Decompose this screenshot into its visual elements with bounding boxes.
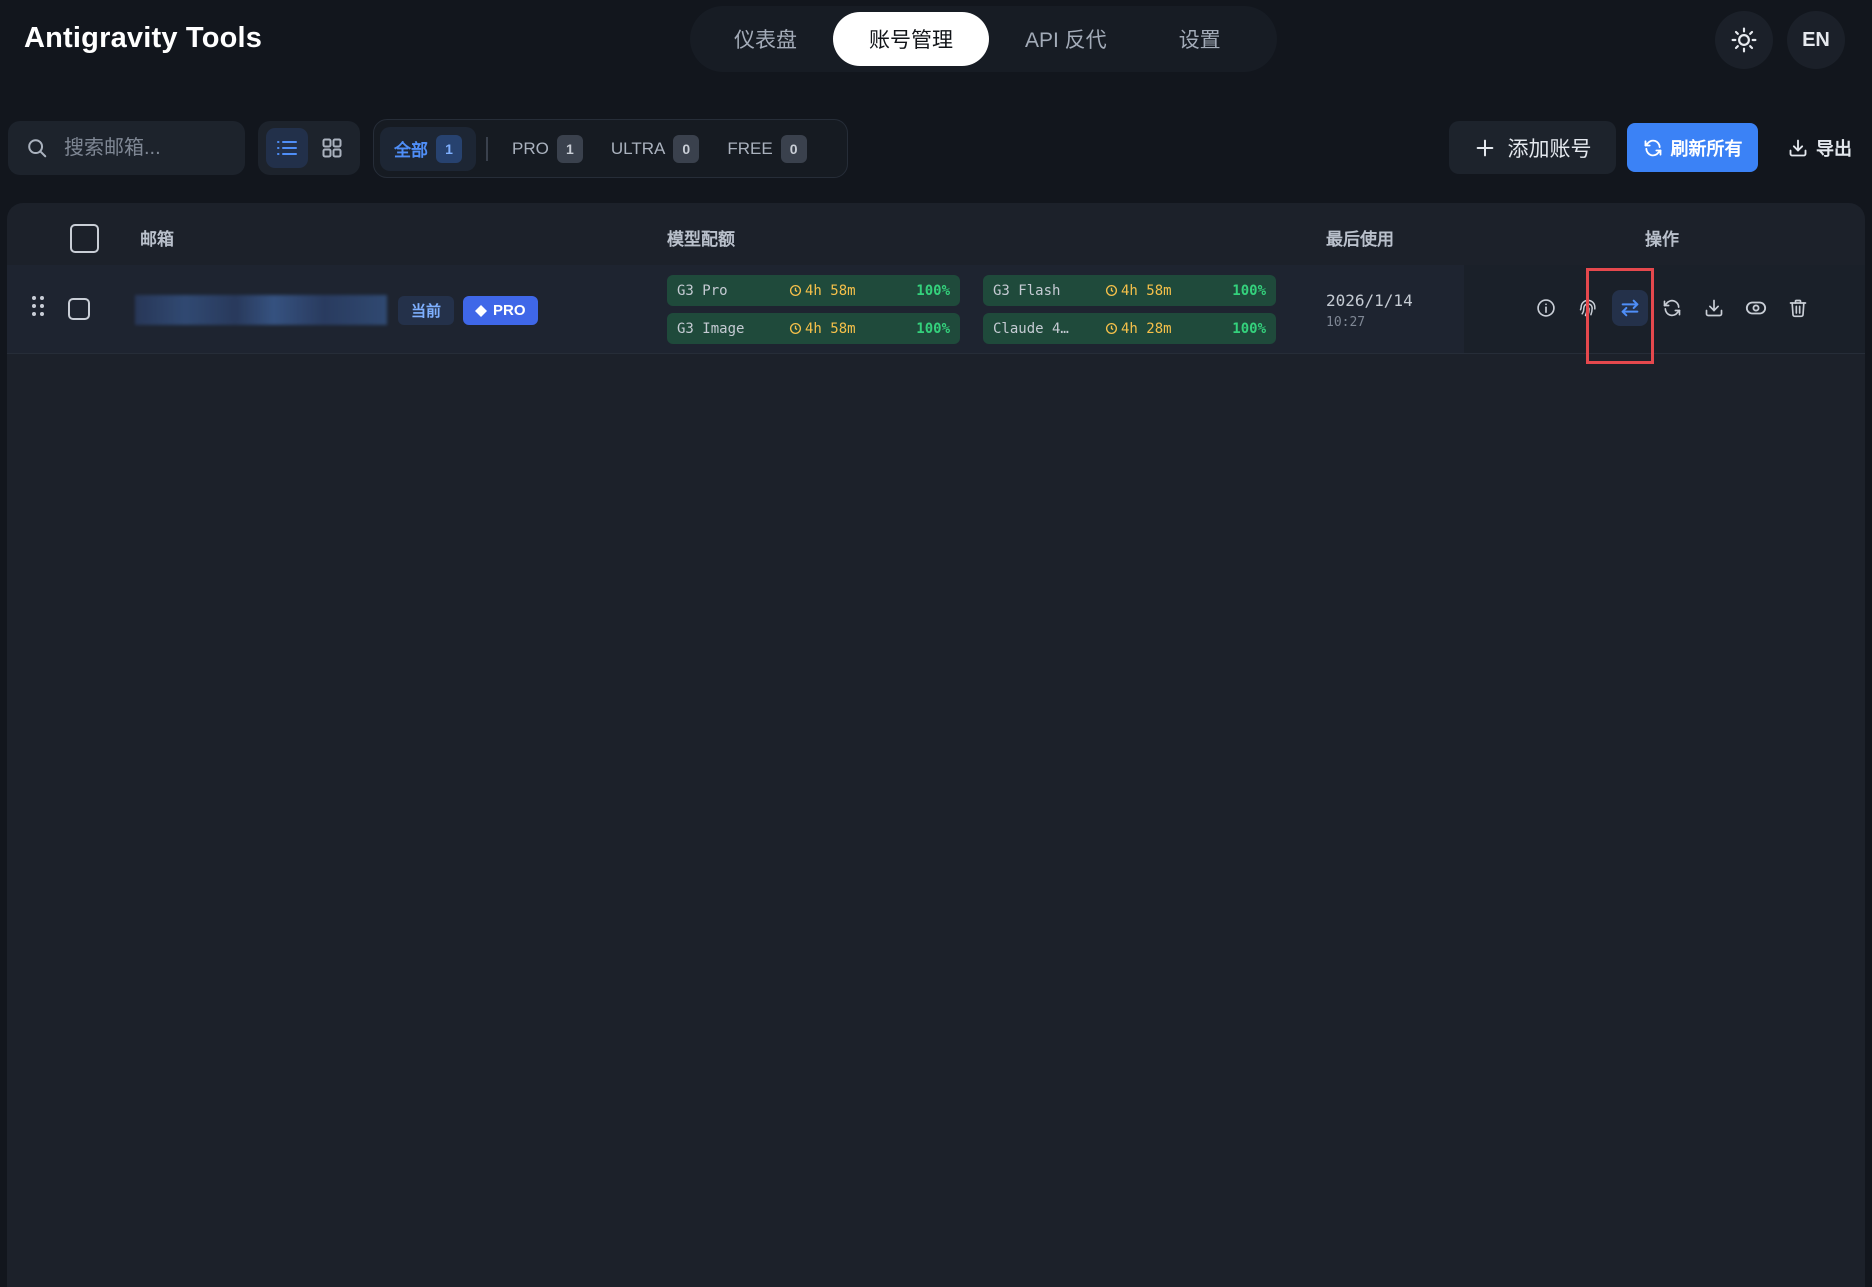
highlight-annotation-box bbox=[1586, 268, 1654, 364]
filter-free[interactable]: FREE 0 bbox=[713, 127, 820, 171]
quota-time-value: 4h 58m bbox=[805, 282, 856, 299]
filter-count: 0 bbox=[780, 134, 807, 163]
search-input[interactable] bbox=[62, 135, 236, 161]
column-quota: 模型配额 bbox=[667, 230, 735, 249]
search-box bbox=[8, 121, 245, 175]
quota-g3-image: G3 Image 4h 58m 100% bbox=[667, 313, 960, 344]
tab-account-management[interactable]: 账号管理 bbox=[833, 12, 989, 66]
grid-icon bbox=[322, 138, 341, 158]
row-actions bbox=[1464, 265, 1865, 353]
trash-icon bbox=[1789, 299, 1807, 318]
theme-toggle-button[interactable] bbox=[1715, 11, 1773, 69]
view-toggle bbox=[258, 121, 360, 175]
quota-model-name: Claude 4… bbox=[993, 320, 1069, 337]
add-account-label: 添加账号 bbox=[1507, 137, 1592, 161]
tier-filters: 全部 1 PRO 1 ULTRA 0 FREE 0 bbox=[373, 119, 848, 178]
quota-g3-pro: G3 Pro 4h 58m 100% bbox=[667, 275, 960, 306]
filter-label: FREE bbox=[727, 138, 773, 158]
download-icon bbox=[1789, 139, 1807, 156]
quota-reset-time: 4h 58m bbox=[789, 283, 899, 299]
select-all-checkbox[interactable] bbox=[70, 224, 99, 253]
app-title: Antigravity Tools bbox=[24, 22, 263, 54]
tier-badge: PRO bbox=[463, 296, 538, 325]
quota-reset-time: 4h 58m bbox=[789, 321, 899, 337]
grid-view-button[interactable] bbox=[311, 128, 353, 168]
filter-label: ULTRA bbox=[610, 138, 666, 158]
download-icon bbox=[1705, 299, 1723, 317]
last-used-date: 2026/1/14 bbox=[1326, 291, 1413, 310]
main-nav: 仪表盘 账号管理 API 反代 设置 bbox=[690, 6, 1277, 72]
info-icon bbox=[1537, 299, 1555, 317]
filter-count: 0 bbox=[673, 134, 700, 163]
quota-percent: 100% bbox=[916, 320, 950, 337]
list-icon bbox=[276, 141, 297, 155]
quota-claude: Claude 4… 4h 28m 100% bbox=[983, 313, 1276, 344]
list-view-button[interactable] bbox=[265, 128, 308, 168]
tab-api-proxy[interactable]: API 反代 bbox=[989, 12, 1143, 66]
column-actions: 操作 bbox=[1645, 230, 1679, 249]
drag-handle-icon[interactable] bbox=[31, 295, 45, 317]
refresh-account-button[interactable] bbox=[1654, 290, 1690, 326]
diamond-icon bbox=[475, 304, 487, 317]
clock-icon bbox=[789, 322, 802, 335]
column-email: 邮箱 bbox=[140, 230, 174, 249]
last-used-time: 10:27 bbox=[1326, 315, 1366, 330]
filter-count: 1 bbox=[436, 134, 462, 163]
filter-count: 1 bbox=[556, 134, 583, 163]
tab-dashboard[interactable]: 仪表盘 bbox=[698, 12, 833, 66]
search-icon bbox=[28, 139, 47, 158]
plus-icon bbox=[1476, 139, 1493, 156]
refresh-all-label: 刷新所有 bbox=[1670, 138, 1743, 159]
email-redacted bbox=[135, 295, 387, 325]
filter-ultra[interactable]: ULTRA 0 bbox=[597, 127, 713, 171]
filter-divider bbox=[486, 136, 488, 161]
column-last-used: 最后使用 bbox=[1326, 230, 1394, 249]
eye-icon bbox=[1745, 301, 1767, 315]
sun-icon bbox=[1731, 27, 1757, 53]
table-header: 邮箱 模型配额 最后使用 操作 bbox=[7, 203, 1865, 265]
current-badge: 当前 bbox=[398, 296, 455, 325]
refresh-icon bbox=[1663, 299, 1681, 317]
accounts-table: 邮箱 模型配额 最后使用 操作 当前 PRO G3 Pro 4h 58m 100… bbox=[7, 203, 1865, 1287]
filter-label: PRO bbox=[512, 138, 549, 158]
filter-all[interactable]: 全部 1 bbox=[380, 126, 476, 171]
refresh-icon bbox=[1644, 139, 1661, 156]
toggle-visibility-button[interactable] bbox=[1738, 290, 1774, 326]
quota-reset-time: 4h 28m bbox=[1105, 321, 1215, 337]
filter-pro[interactable]: PRO 1 bbox=[498, 127, 597, 171]
clock-icon bbox=[1105, 284, 1118, 297]
tier-badge-label: PRO bbox=[493, 302, 526, 319]
row-checkbox[interactable] bbox=[68, 298, 90, 320]
details-button[interactable] bbox=[1528, 290, 1564, 326]
language-button[interactable]: EN bbox=[1787, 11, 1845, 69]
tab-settings[interactable]: 设置 bbox=[1143, 12, 1257, 66]
export-label: 导出 bbox=[1816, 138, 1852, 159]
quota-model-name: G3 Flash bbox=[993, 282, 1061, 299]
refresh-all-button[interactable]: 刷新所有 bbox=[1627, 123, 1758, 172]
quota-model-name: G3 Image bbox=[677, 320, 745, 337]
quota-percent: 100% bbox=[1232, 282, 1266, 299]
quota-time-value: 4h 58m bbox=[1121, 282, 1172, 299]
quota-model-name: G3 Pro bbox=[677, 282, 728, 299]
filter-label: 全部 bbox=[394, 141, 428, 160]
export-button[interactable]: 导出 bbox=[1775, 123, 1865, 172]
quota-time-value: 4h 28m bbox=[1121, 320, 1172, 337]
quota-g3-flash: G3 Flash 4h 58m 100% bbox=[983, 275, 1276, 306]
delete-account-button[interactable] bbox=[1780, 290, 1816, 326]
quota-percent: 100% bbox=[916, 282, 950, 299]
quota-time-value: 4h 58m bbox=[805, 320, 856, 337]
export-account-button[interactable] bbox=[1696, 290, 1732, 326]
add-account-button[interactable]: 添加账号 bbox=[1449, 121, 1616, 174]
clock-icon bbox=[1105, 322, 1118, 335]
quota-percent: 100% bbox=[1232, 320, 1266, 337]
quota-reset-time: 4h 58m bbox=[1105, 283, 1215, 299]
clock-icon bbox=[789, 284, 802, 297]
